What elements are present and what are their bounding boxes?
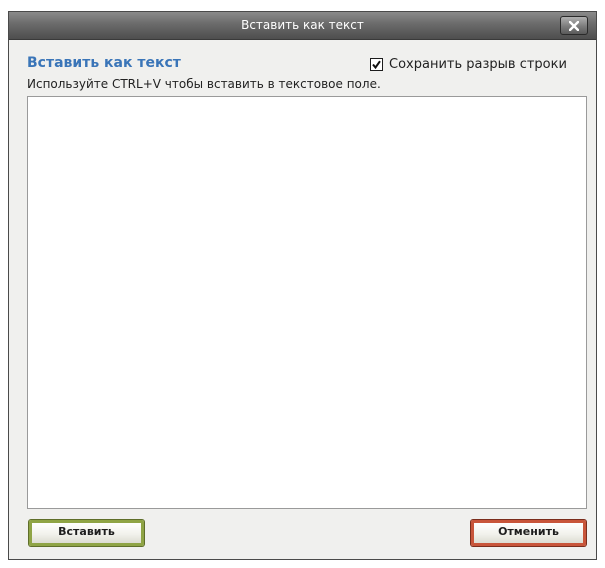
cancel-button[interactable]: Отменить <box>471 520 586 546</box>
insert-button[interactable]: Вставить <box>29 520 144 546</box>
window-title: Вставить как текст <box>241 18 364 32</box>
keep-line-breaks-label: Сохранить разрыв строки <box>389 56 567 72</box>
checkmark-icon <box>372 60 381 69</box>
keep-line-breaks-option[interactable]: Сохранить разрыв строки <box>370 56 567 72</box>
paste-as-text-dialog: Вставить как текст Вставить как текст Со… <box>8 11 597 560</box>
paste-hint-text: Используйте CTRL+V чтобы вставить в текс… <box>27 77 381 91</box>
paste-text-area[interactable] <box>27 96 587 509</box>
dialog-heading: Вставить как текст <box>27 55 181 71</box>
title-bar[interactable]: Вставить как текст <box>9 12 596 40</box>
close-button[interactable] <box>560 16 588 35</box>
close-x-icon <box>569 21 579 31</box>
keep-line-breaks-checkbox[interactable] <box>370 57 383 71</box>
